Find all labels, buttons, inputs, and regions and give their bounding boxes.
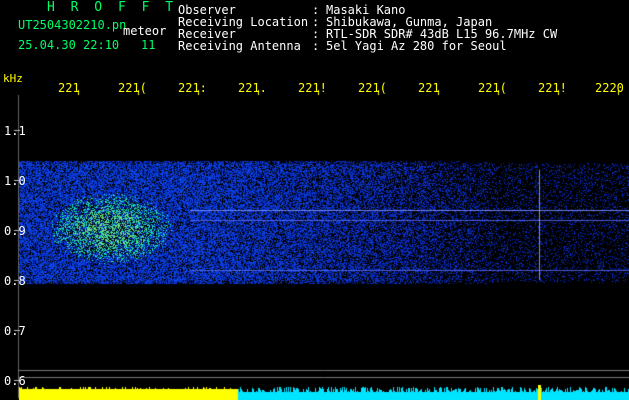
y-axis-unit-label: kHz [3,72,23,85]
meteor-label: meteor [123,24,167,38]
y-tick-label: 0.7 [4,324,26,338]
x-tick-label: 221 [58,81,80,95]
y-tick-label: 1.0 [4,174,26,188]
spectrogram-window: H R O F F T UT2504302210.pn meteor 25.04… [0,0,629,400]
info-value-antenna: 5el Yagi Az 280 for Seoul [326,39,507,53]
y-tick-label: 0.8 [4,274,26,288]
x-tick-label: 221: [178,81,207,95]
spectrogram-plot [0,0,629,400]
y-tick-label: 1.1 [4,124,26,138]
x-tick-label: 221! [538,81,567,95]
meteor-count: 11 [141,38,156,52]
info-colon: : [312,39,320,53]
y-tick-label: 0.9 [4,224,26,238]
x-tick-label: 221( [118,81,147,95]
y-tick-label: 0.6 [4,374,26,388]
info-label-antenna: Receiving Antenna [178,39,301,53]
x-tick-label: 221! [298,81,327,95]
datetime-label: 25.04.30 22:10 [18,38,120,52]
x-tick-label: 221( [478,81,507,95]
filename-label: UT2504302210.pn [18,18,127,32]
x-tick-label: 2220 [595,81,624,95]
x-tick-label: 221 [418,81,440,95]
app-title: H R O F F T [47,0,178,15]
x-tick-label: 221. [238,81,267,95]
x-tick-label: 221( [358,81,387,95]
